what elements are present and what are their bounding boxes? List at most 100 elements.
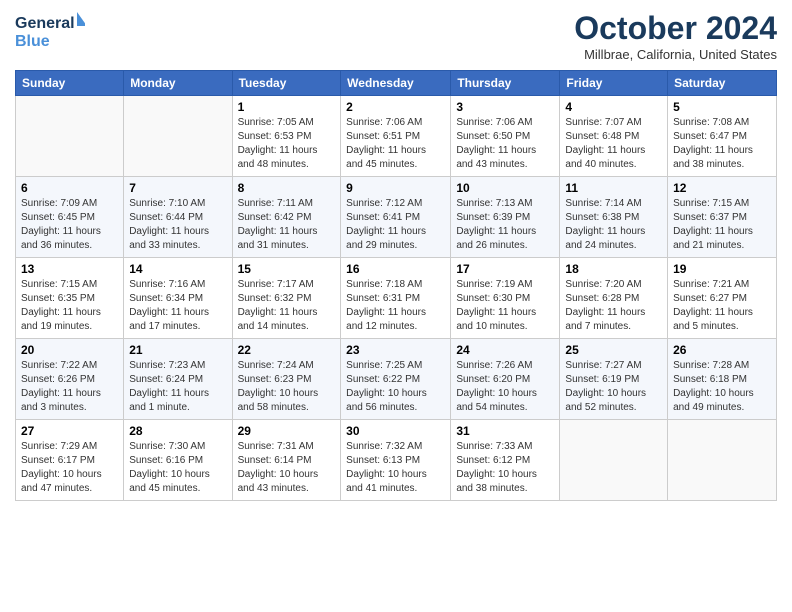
day-info: Sunrise: 7:05 AMSunset: 6:53 PMDaylight:… — [238, 116, 336, 172]
day-info: Sunrise: 7:12 AMSunset: 6:41 PMDaylight:… — [346, 197, 445, 253]
day-number: 8 — [238, 181, 336, 195]
calendar-day-cell: 9Sunrise: 7:12 AMSunset: 6:41 PMDaylight… — [341, 177, 451, 258]
col-header-wednesday: Wednesday — [341, 71, 451, 96]
day-info: Sunrise: 7:26 AMSunset: 6:20 PMDaylight:… — [456, 359, 554, 415]
calendar-day-cell: 19 Sunrise: 7:21 AMSunset: 6:27 PMDayligh… — [668, 258, 777, 339]
day-info: Sunrise: 7:08 AMSunset: 6:47 PMDaylight:… — [673, 116, 771, 172]
day-number: 4 — [565, 100, 662, 114]
day-info: Sunrise: 7:06 AMSunset: 6:51 PMDaylight:… — [346, 116, 445, 172]
col-header-friday: Friday — [560, 71, 668, 96]
calendar-week-row: 20 Sunrise: 7:22 AMSunset: 6:26 PMDayligh… — [16, 339, 777, 420]
calendar-day-cell: 21 Sunrise: 7:23 AMSunset: 6:24 PMDayligh… — [124, 339, 232, 420]
day-number: 13 — [21, 262, 118, 276]
month-title: October 2024 — [574, 10, 777, 47]
calendar-day-cell: 30Sunrise: 7:32 AMSunset: 6:13 PMDayligh… — [341, 420, 451, 501]
day-number: 15 — [238, 262, 336, 276]
svg-text:General: General — [15, 15, 75, 32]
day-info: Sunrise: 7:25 AMSunset: 6:22 PMDaylight:… — [346, 359, 445, 415]
day-info: Sunrise: 7:23 AMSunset: 6:24 PMDaylight:… — [129, 359, 226, 415]
logo: General Blue — [15, 10, 85, 52]
day-info: Sunrise: 7:10 AMSunset: 6:44 PMDaylight:… — [129, 197, 226, 253]
day-info: Sunrise: 7:28 AMSunset: 6:18 PMDaylight:… — [673, 359, 771, 415]
calendar-day-cell: 11 Sunrise: 7:14 AMSunset: 6:38 PMDayligh… — [560, 177, 668, 258]
day-info: Sunrise: 7:14 AMSunset: 6:38 PMDaylight:… — [565, 197, 662, 253]
calendar-week-row: 6 Sunrise: 7:09 AMSunset: 6:45 PMDaylight… — [16, 177, 777, 258]
day-number: 18 — [565, 262, 662, 276]
calendar-day-cell: 16Sunrise: 7:18 AMSunset: 6:31 PMDayligh… — [341, 258, 451, 339]
calendar-day-cell — [124, 96, 232, 177]
calendar-day-cell: 25Sunrise: 7:27 AMSunset: 6:19 PMDayligh… — [560, 339, 668, 420]
calendar-day-cell: 13 Sunrise: 7:15 AMSunset: 6:35 PMDayligh… — [16, 258, 124, 339]
calendar-day-cell: 7Sunrise: 7:10 AMSunset: 6:44 PMDaylight… — [124, 177, 232, 258]
day-number: 14 — [129, 262, 226, 276]
day-info: Sunrise: 7:30 AMSunset: 6:16 PMDaylight:… — [129, 440, 226, 496]
day-info: Sunrise: 7:22 AMSunset: 6:26 PMDaylight:… — [21, 359, 118, 415]
day-number: 19 — [673, 262, 771, 276]
day-number: 29 — [238, 424, 336, 438]
calendar-week-row: 27 Sunrise: 7:29 AMSunset: 6:17 PMDayligh… — [16, 420, 777, 501]
day-info: Sunrise: 7:07 AMSunset: 6:48 PMDaylight:… — [565, 116, 662, 172]
day-number: 2 — [346, 100, 445, 114]
day-number: 26 — [673, 343, 771, 357]
calendar-day-cell: 17 Sunrise: 7:19 AMSunset: 6:30 PMDayligh… — [451, 258, 560, 339]
calendar-day-cell: 2 Sunrise: 7:06 AMSunset: 6:51 PMDaylight… — [341, 96, 451, 177]
calendar-day-cell — [16, 96, 124, 177]
day-info: Sunrise: 7:09 AMSunset: 6:45 PMDaylight:… — [21, 197, 118, 253]
calendar-week-row: 13 Sunrise: 7:15 AMSunset: 6:35 PMDayligh… — [16, 258, 777, 339]
calendar-day-cell: 20 Sunrise: 7:22 AMSunset: 6:26 PMDayligh… — [16, 339, 124, 420]
day-number: 25 — [565, 343, 662, 357]
day-info: Sunrise: 7:19 AMSunset: 6:30 PMDaylight:… — [456, 278, 554, 334]
calendar-day-cell: 31Sunrise: 7:33 AMSunset: 6:12 PMDayligh… — [451, 420, 560, 501]
calendar-day-cell: 15 Sunrise: 7:17 AMSunset: 6:32 PMDayligh… — [232, 258, 341, 339]
calendar-day-cell: 4 Sunrise: 7:07 AMSunset: 6:48 PMDaylight… — [560, 96, 668, 177]
day-number: 31 — [456, 424, 554, 438]
day-info: Sunrise: 7:31 AMSunset: 6:14 PMDaylight:… — [238, 440, 336, 496]
day-number: 11 — [565, 181, 662, 195]
day-info: Sunrise: 7:15 AMSunset: 6:37 PMDaylight:… — [673, 197, 771, 253]
col-header-thursday: Thursday — [451, 71, 560, 96]
calendar-day-cell: 27 Sunrise: 7:29 AMSunset: 6:17 PMDayligh… — [16, 420, 124, 501]
calendar-day-cell: 3 Sunrise: 7:06 AMSunset: 6:50 PMDaylight… — [451, 96, 560, 177]
day-number: 21 — [129, 343, 226, 357]
calendar-header-row: SundayMondayTuesdayWednesdayThursdayFrid… — [16, 71, 777, 96]
calendar-day-cell: 26 Sunrise: 7:28 AMSunset: 6:18 PMDayligh… — [668, 339, 777, 420]
col-header-saturday: Saturday — [668, 71, 777, 96]
calendar-day-cell: 28 Sunrise: 7:30 AMSunset: 6:16 PMDayligh… — [124, 420, 232, 501]
col-header-monday: Monday — [124, 71, 232, 96]
col-header-sunday: Sunday — [16, 71, 124, 96]
day-number: 27 — [21, 424, 118, 438]
day-number: 6 — [21, 181, 118, 195]
day-info: Sunrise: 7:17 AMSunset: 6:32 PMDaylight:… — [238, 278, 336, 334]
day-info: Sunrise: 7:06 AMSunset: 6:50 PMDaylight:… — [456, 116, 554, 172]
svg-text:Blue: Blue — [15, 33, 50, 50]
day-number: 20 — [21, 343, 118, 357]
day-number: 12 — [673, 181, 771, 195]
day-info: Sunrise: 7:21 AMSunset: 6:27 PMDaylight:… — [673, 278, 771, 334]
header: General Blue October 2024 Millbrae, Cali… — [15, 10, 777, 62]
calendar-day-cell: 14 Sunrise: 7:16 AMSunset: 6:34 PMDayligh… — [124, 258, 232, 339]
calendar-day-cell: 24Sunrise: 7:26 AMSunset: 6:20 PMDayligh… — [451, 339, 560, 420]
calendar-day-cell: 29 Sunrise: 7:31 AMSunset: 6:14 PMDayligh… — [232, 420, 341, 501]
day-info: Sunrise: 7:13 AMSunset: 6:39 PMDaylight:… — [456, 197, 554, 253]
day-info: Sunrise: 7:16 AMSunset: 6:34 PMDaylight:… — [129, 278, 226, 334]
page: General Blue October 2024 Millbrae, Cali… — [0, 0, 792, 511]
calendar-day-cell: 6 Sunrise: 7:09 AMSunset: 6:45 PMDaylight… — [16, 177, 124, 258]
title-block: October 2024 Millbrae, California, Unite… — [574, 10, 777, 62]
day-info: Sunrise: 7:24 AMSunset: 6:23 PMDaylight:… — [238, 359, 336, 415]
calendar-day-cell: 12 Sunrise: 7:15 AMSunset: 6:37 PMDayligh… — [668, 177, 777, 258]
day-number: 5 — [673, 100, 771, 114]
day-number: 17 — [456, 262, 554, 276]
day-info: Sunrise: 7:15 AMSunset: 6:35 PMDaylight:… — [21, 278, 118, 334]
calendar-day-cell: 10 Sunrise: 7:13 AMSunset: 6:39 PMDayligh… — [451, 177, 560, 258]
calendar-day-cell: 8Sunrise: 7:11 AMSunset: 6:42 PMDaylight… — [232, 177, 341, 258]
col-header-tuesday: Tuesday — [232, 71, 341, 96]
day-info: Sunrise: 7:29 AMSunset: 6:17 PMDaylight:… — [21, 440, 118, 496]
day-number: 10 — [456, 181, 554, 195]
day-number: 28 — [129, 424, 226, 438]
day-number: 1 — [238, 100, 336, 114]
calendar-day-cell: 22Sunrise: 7:24 AMSunset: 6:23 PMDayligh… — [232, 339, 341, 420]
subtitle: Millbrae, California, United States — [574, 47, 777, 62]
calendar-day-cell: 23Sunrise: 7:25 AMSunset: 6:22 PMDayligh… — [341, 339, 451, 420]
logo-svg: General Blue — [15, 10, 85, 52]
day-number: 3 — [456, 100, 554, 114]
